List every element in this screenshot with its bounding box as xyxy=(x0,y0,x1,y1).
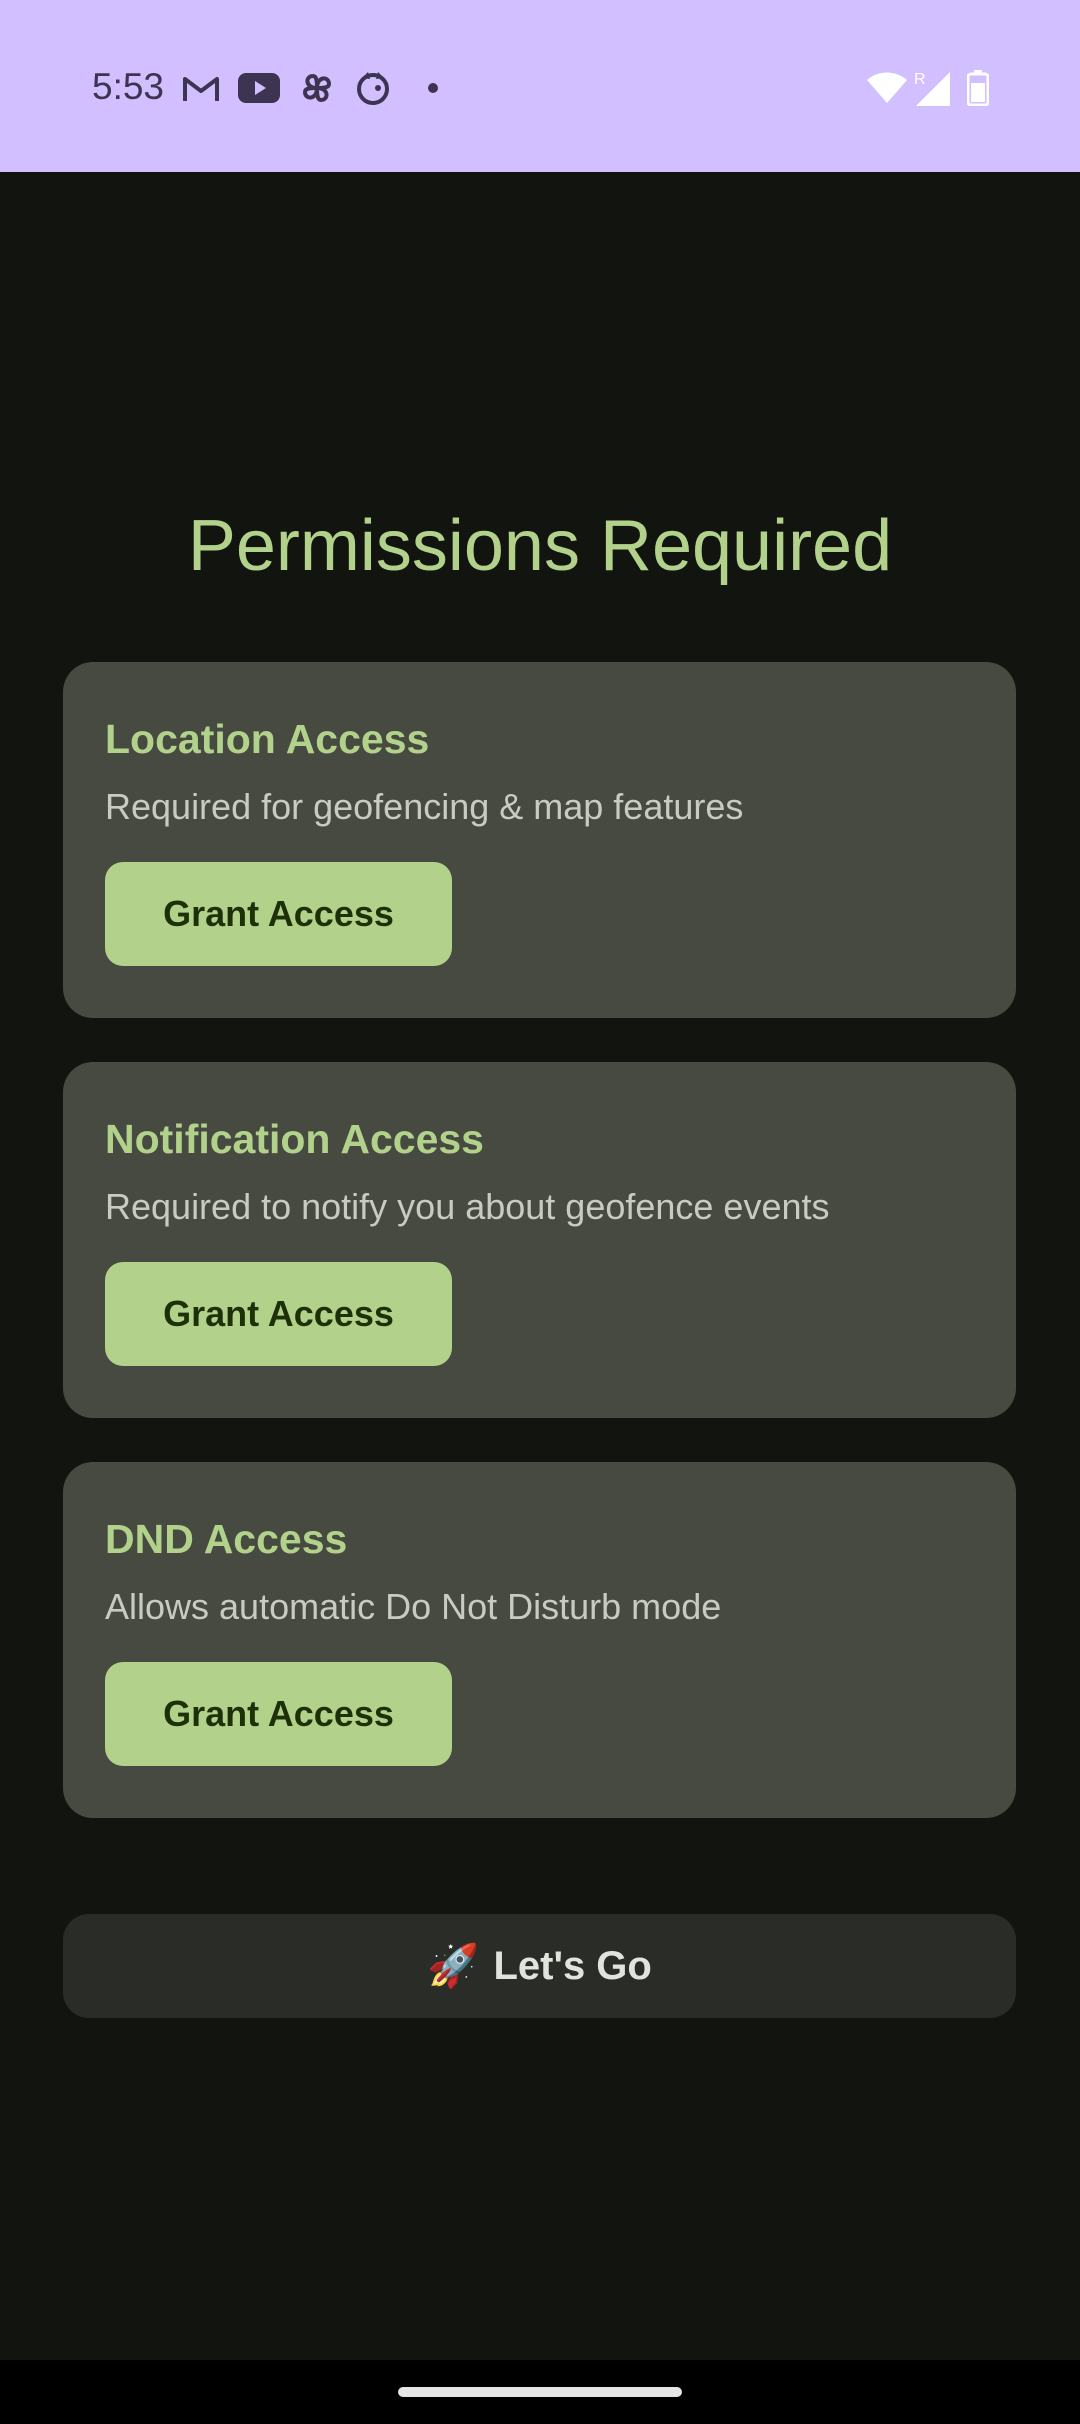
card-description: Allows automatic Do Not Disturb mode xyxy=(105,1586,722,1627)
gmail-icon xyxy=(180,70,222,106)
home-gesture-handle[interactable] xyxy=(398,2387,682,2397)
location-access-card: Location Access Required for geofencing … xyxy=(63,662,1016,1018)
lets-go-label: Let's Go xyxy=(493,1943,652,1988)
grant-location-access-button[interactable]: Grant Access xyxy=(105,862,452,966)
youtube-icon xyxy=(238,70,280,106)
card-description: Required to notify you about geofence ev… xyxy=(105,1186,830,1227)
wifi-icon xyxy=(866,70,908,106)
card-title: DND Access xyxy=(105,1516,348,1562)
card-description: Required for geofencing & map features xyxy=(105,786,744,827)
pinwheel-icon xyxy=(296,70,338,106)
navigation-bar xyxy=(0,2360,1080,2424)
status-time: 5:53 xyxy=(92,66,165,107)
grant-notification-access-button[interactable]: Grant Access xyxy=(105,1262,452,1366)
status-bar: 5:53 R xyxy=(0,0,1080,172)
signal-roaming-icon: R xyxy=(912,70,952,106)
battery-icon xyxy=(964,70,992,106)
dnd-access-card: DND Access Allows automatic Do Not Distu… xyxy=(63,1462,1016,1818)
dot-icon xyxy=(412,70,454,106)
dog-app-icon xyxy=(352,70,394,106)
page-title: Permissions Required xyxy=(187,506,893,586)
grant-dnd-access-button[interactable]: Grant Access xyxy=(105,1662,452,1766)
card-title: Notification Access xyxy=(105,1116,484,1162)
rocket-icon: 🚀 xyxy=(427,1941,480,1989)
roaming-label: R xyxy=(914,71,926,88)
card-title: Location Access xyxy=(105,716,430,762)
notification-access-card: Notification Access Required to notify y… xyxy=(63,1062,1016,1418)
lets-go-button[interactable]: 🚀 Let's Go xyxy=(63,1914,1016,2018)
